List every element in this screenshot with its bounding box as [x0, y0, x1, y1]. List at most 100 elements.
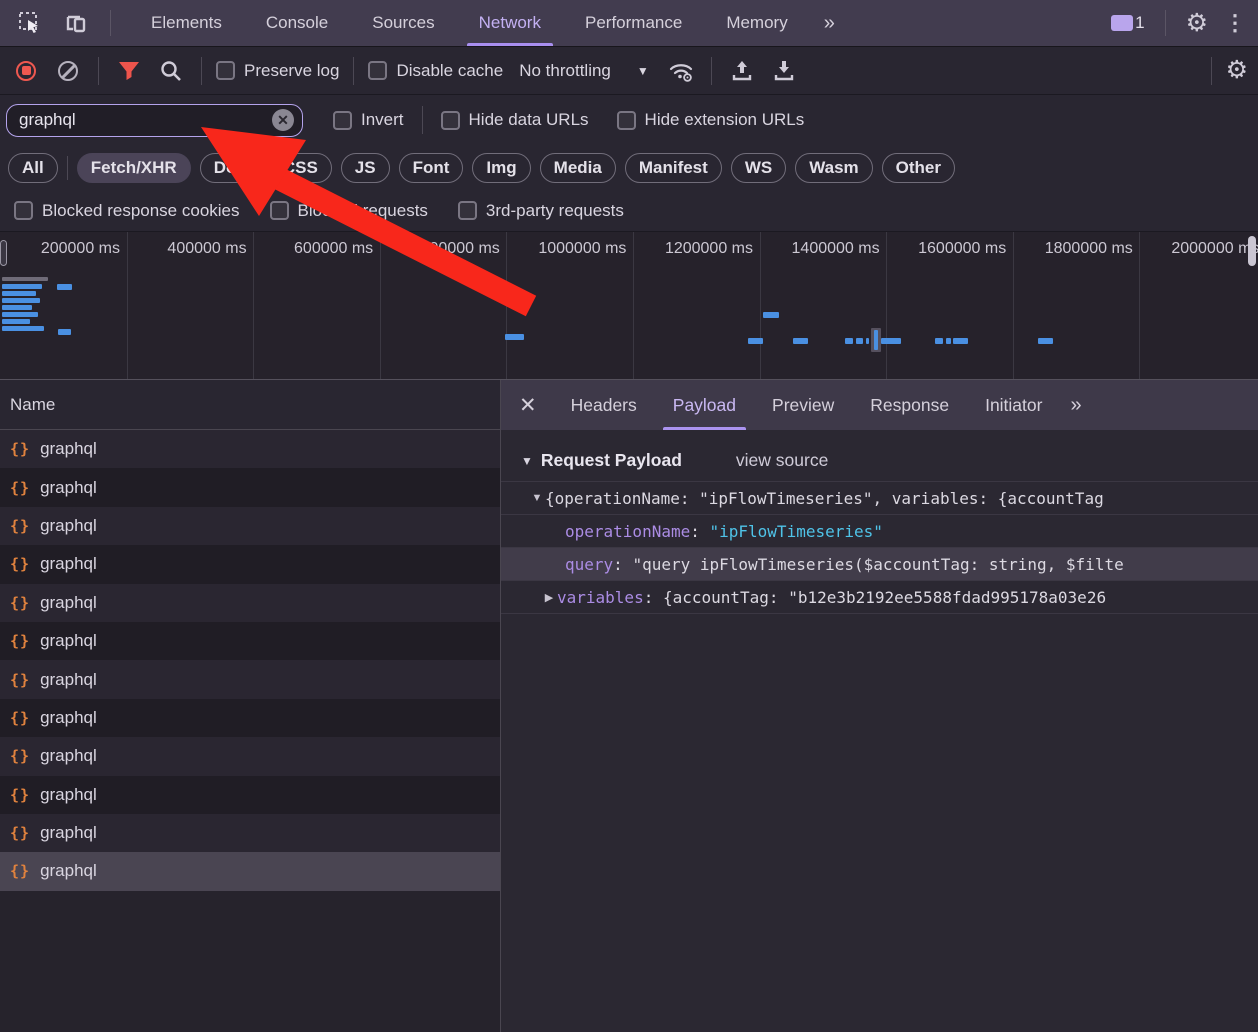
request-name: graphql: [40, 823, 97, 843]
inspect-element-icon[interactable]: [14, 7, 46, 39]
hide-data-urls-checkbox[interactable]: Hide data URLs: [441, 110, 589, 130]
preserve-log-checkbox[interactable]: Preserve log: [216, 61, 339, 81]
settings-gear-icon[interactable]: ⚙: [1186, 11, 1208, 36]
checkbox: [333, 111, 352, 130]
payload-tree-row[interactable]: query: "query ipFlowTimeseries($accountT…: [501, 548, 1258, 581]
third-party-requests-checkbox[interactable]: 3rd-party requests: [458, 201, 624, 221]
detail-tab-preview[interactable]: Preview: [754, 380, 852, 430]
timeline-tick-label: 600000 ms: [253, 240, 373, 258]
filter-type-fetch-xhr[interactable]: Fetch/XHR: [77, 153, 191, 183]
tab-sources[interactable]: Sources: [350, 0, 456, 46]
payload-tree-row[interactable]: ▶variables: {accountTag: "b12e3b2192ee55…: [501, 581, 1258, 614]
checkbox: [270, 201, 289, 220]
request-row[interactable]: {}graphql: [0, 507, 500, 545]
disable-cache-checkbox[interactable]: Disable cache: [368, 61, 503, 81]
request-row[interactable]: {}graphql: [0, 622, 500, 660]
filter-type-doc[interactable]: Doc: [200, 153, 260, 183]
filter-type-wasm[interactable]: Wasm: [795, 153, 872, 183]
request-row[interactable]: {}graphql: [0, 545, 500, 583]
filter-type-ws[interactable]: WS: [731, 153, 786, 183]
import-har-icon[interactable]: [726, 55, 758, 87]
detail-tab-payload[interactable]: Payload: [655, 380, 754, 430]
tab-memory[interactable]: Memory: [704, 0, 809, 46]
filter-type-js[interactable]: JS: [341, 153, 390, 183]
payload-segment-plain: :: [690, 522, 709, 541]
request-row[interactable]: {}graphql: [0, 737, 500, 775]
tab-network[interactable]: Network: [457, 0, 563, 46]
view-source-link[interactable]: view source: [736, 450, 828, 471]
request-row[interactable]: {}graphql: [0, 852, 500, 890]
checkbox: [441, 111, 460, 130]
divider: [110, 10, 111, 36]
timeline-tick-label: 1000000 ms: [506, 240, 626, 258]
filter-input[interactable]: [19, 110, 272, 130]
request-row[interactable]: {}graphql: [0, 430, 500, 468]
invert-checkbox[interactable]: Invert: [333, 110, 404, 130]
payload-view: ▼ Request Payload view source ▼{operatio…: [501, 430, 1258, 1032]
network-settings-gear-icon[interactable]: ⚙: [1226, 58, 1248, 83]
filter-type-media[interactable]: Media: [540, 153, 616, 183]
blocked-requests-checkbox[interactable]: Blocked requests: [270, 201, 428, 221]
filter-row: ✕ Invert Hide data URLs Hide extension U…: [0, 95, 1258, 145]
json-file-icon: {}: [10, 517, 30, 535]
filter-type-manifest[interactable]: Manifest: [625, 153, 722, 183]
timeline-request-bar: [2, 326, 44, 331]
divider: [1211, 57, 1212, 85]
kebab-menu-icon[interactable]: ⋮: [1224, 12, 1246, 34]
close-icon[interactable]: ✕: [501, 393, 553, 418]
request-row[interactable]: {}graphql: [0, 468, 500, 506]
detail-tab-initiator[interactable]: Initiator: [967, 380, 1060, 430]
request-row[interactable]: {}graphql: [0, 814, 500, 852]
payload-tree-row[interactable]: ▼{operationName: "ipFlowTimeseries", var…: [501, 482, 1258, 515]
json-file-icon: {}: [10, 479, 30, 497]
timeline-request-bar: [881, 338, 901, 344]
record-button[interactable]: [10, 55, 42, 87]
name-column-header[interactable]: Name: [0, 380, 500, 430]
detail-tab-headers[interactable]: Headers: [553, 380, 655, 430]
payload-segment-key: variables: [557, 588, 644, 607]
request-row[interactable]: {}graphql: [0, 776, 500, 814]
detail-more-tabs-icon[interactable]: »: [1060, 394, 1089, 417]
tab-console[interactable]: Console: [244, 0, 350, 46]
tree-caret-icon[interactable]: ▼: [529, 492, 545, 504]
timeline-request-bar: [2, 291, 36, 296]
payload-tree-row[interactable]: operationName: "ipFlowTimeseries": [501, 515, 1258, 548]
timeline-request-bar: [1038, 338, 1053, 344]
blocked-response-cookies-checkbox[interactable]: Blocked response cookies: [14, 201, 240, 221]
tab-elements[interactable]: Elements: [129, 0, 244, 46]
more-tabs-icon[interactable]: »: [810, 12, 847, 35]
panel-tabs: ElementsConsoleSourcesNetworkPerformance…: [129, 0, 810, 46]
filter-type-all[interactable]: All: [8, 153, 58, 183]
tree-caret-icon[interactable]: ▶: [541, 591, 557, 604]
filter-icon[interactable]: [113, 55, 145, 87]
detail-tab-response[interactable]: Response: [852, 380, 967, 430]
throttling-dropdown[interactable]: No throttling ▼: [513, 61, 655, 81]
tab-performance[interactable]: Performance: [563, 0, 704, 46]
request-row[interactable]: {}graphql: [0, 584, 500, 622]
filter-type-css[interactable]: CSS: [269, 153, 332, 183]
clear-button[interactable]: [52, 55, 84, 87]
export-har-icon[interactable]: [768, 55, 800, 87]
search-icon[interactable]: [155, 55, 187, 87]
request-payload-section[interactable]: ▼ Request Payload view source: [501, 442, 1258, 481]
request-row[interactable]: {}graphql: [0, 660, 500, 698]
request-name: graphql: [40, 746, 97, 766]
checkbox: [216, 61, 235, 80]
network-conditions-icon[interactable]: [665, 55, 697, 87]
filter-type-other[interactable]: Other: [882, 153, 955, 183]
name-header-label: Name: [10, 395, 55, 415]
network-overview-timeline[interactable]: 200000 ms400000 ms600000 ms800000 ms1000…: [0, 232, 1258, 380]
json-file-icon: {}: [10, 671, 30, 689]
filter-type-font[interactable]: Font: [399, 153, 464, 183]
clear-filter-icon[interactable]: ✕: [272, 109, 294, 131]
hide-extension-urls-checkbox[interactable]: Hide extension URLs: [617, 110, 805, 130]
request-name: graphql: [40, 861, 97, 881]
timeline-tick-label: 1800000 ms: [1013, 240, 1133, 258]
request-row[interactable]: {}graphql: [0, 699, 500, 737]
json-file-icon: {}: [10, 555, 30, 573]
request-type-filters: All Fetch/XHR Doc CSS JS Font Img Media Manifest…: [0, 145, 1258, 190]
filter-type-img[interactable]: Img: [472, 153, 530, 183]
timeline-request-bar: [856, 338, 863, 344]
device-toolbar-icon[interactable]: [60, 7, 92, 39]
issues-counter[interactable]: 1: [1111, 13, 1144, 33]
